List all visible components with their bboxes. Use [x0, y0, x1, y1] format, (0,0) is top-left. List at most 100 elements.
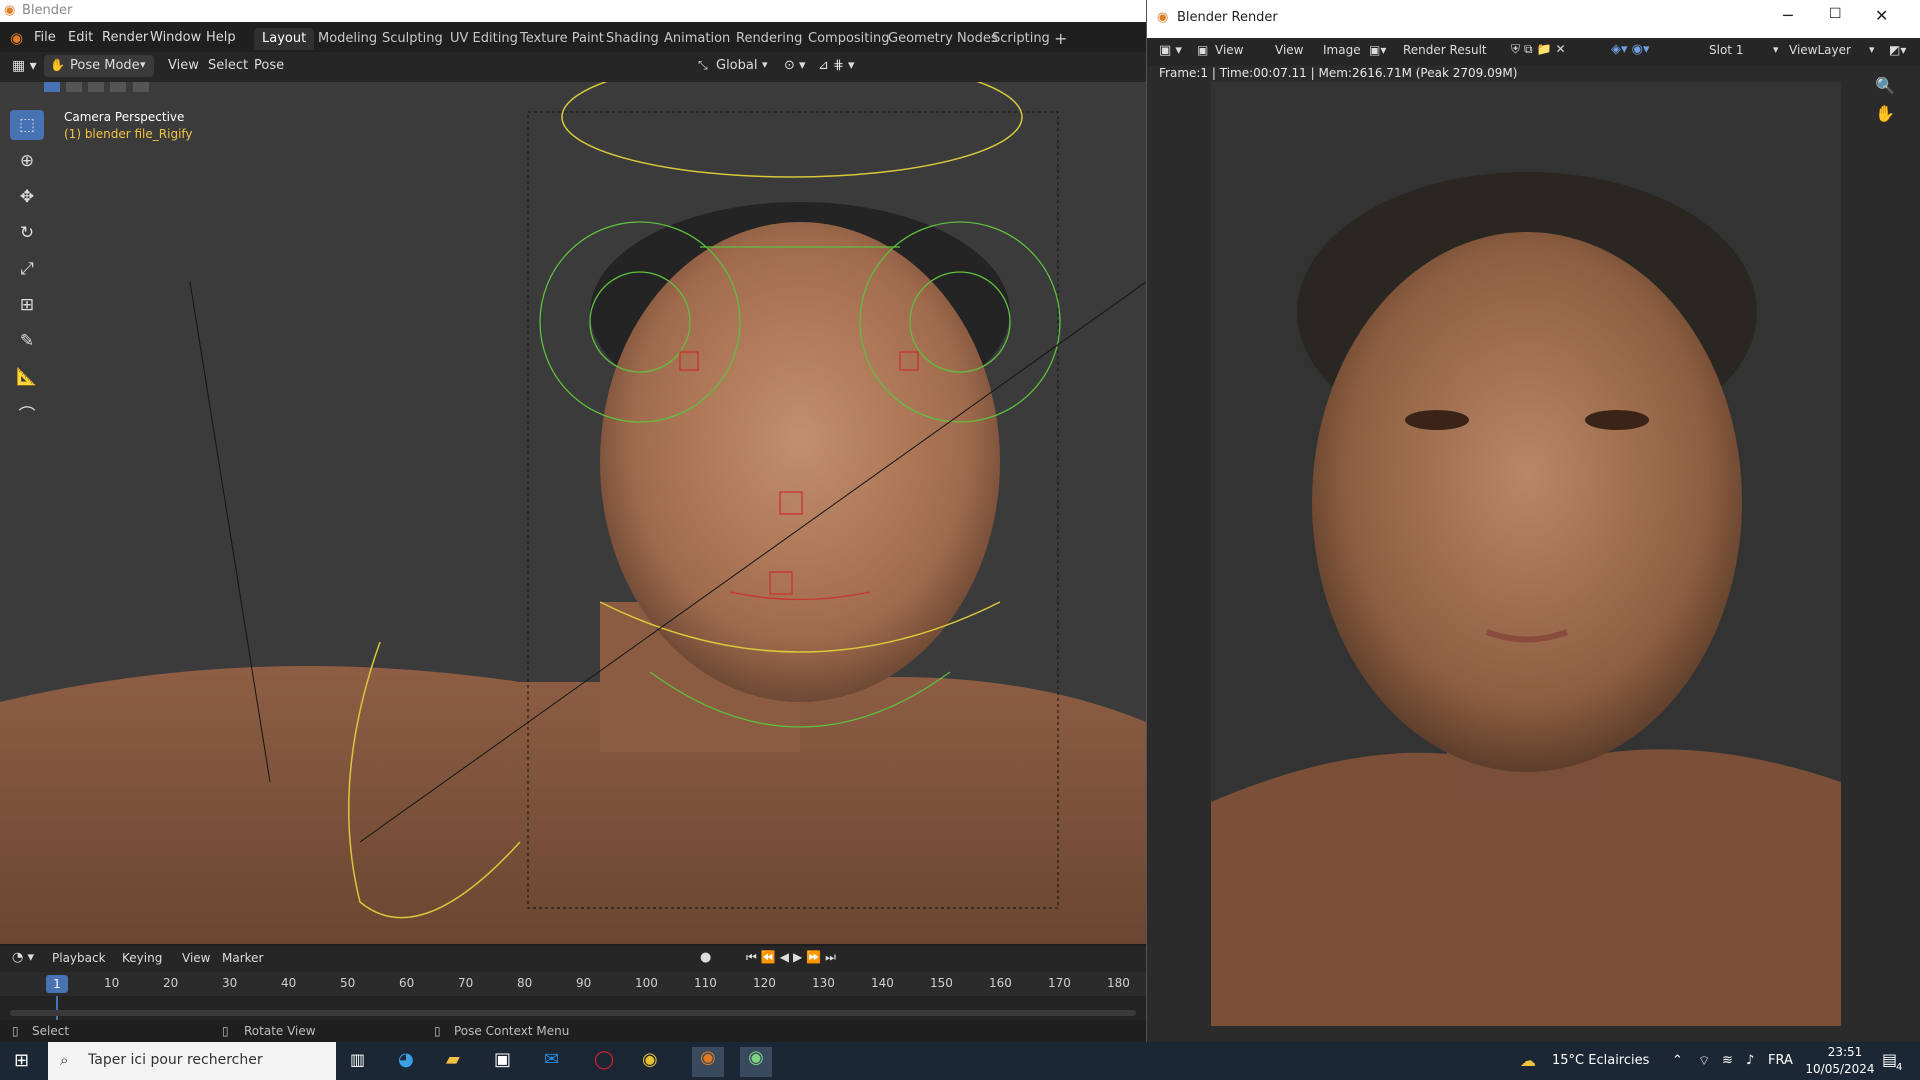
select-invert-icon[interactable]	[110, 82, 127, 92]
timeline-menu-keying[interactable]: Keying	[122, 951, 162, 965]
blender-menu-icon[interactable]: ◉	[10, 29, 23, 47]
chevron-down-icon: ▾	[140, 58, 146, 71]
annotate-icon[interactable]: ✎	[10, 326, 44, 356]
playback-controls-icon[interactable]: ⏮⏪◀▶⏩⏭	[746, 950, 840, 965]
orientation-icon: ⤡	[698, 58, 708, 72]
timeline-menu-playback[interactable]: Playback	[52, 951, 106, 965]
chevron-down-icon: ▾	[762, 58, 768, 71]
mail-icon[interactable]: ✉	[544, 1049, 559, 1070]
view-mode-icon[interactable]: ▣	[1197, 43, 1208, 57]
blender-logo-icon: ◉	[1157, 10, 1169, 25]
mouse-middle-icon: ▯	[222, 1024, 229, 1038]
pan-hand-icon[interactable]: ✋	[1875, 104, 1895, 123]
weather-icon[interactable]: ☁	[1520, 1051, 1536, 1070]
select-subtract-icon[interactable]	[88, 82, 105, 92]
add-workspace-icon[interactable]: +	[1046, 28, 1075, 50]
editor-type-icon[interactable]: ▣ ▾	[1159, 43, 1182, 58]
timeline-tick-label: 10	[104, 976, 120, 990]
menu-view[interactable]: View	[168, 58, 199, 73]
timeline-ruler[interactable]: 1 10 20 30 40 50 60 70 80 90 100 110 120 130 140 150 16…	[0, 972, 1146, 996]
menu-window[interactable]: Window	[150, 30, 201, 45]
maximize-icon[interactable]: ☐	[1829, 6, 1842, 22]
timeline-tick-label: 180	[1107, 976, 1130, 990]
timeline-menu-view[interactable]: View	[182, 951, 210, 965]
timeline-tick-label: 120	[753, 976, 776, 990]
tab-sculpting[interactable]: Sculpting	[374, 28, 451, 50]
transform-icon[interactable]: ⊞	[10, 290, 44, 320]
language-indicator[interactable]: FRA	[1768, 1053, 1793, 1068]
notification-icon[interactable]: ▤	[1882, 1050, 1897, 1069]
overlay-icon[interactable]: ◩▾	[1889, 43, 1906, 57]
menu-select[interactable]: Select	[208, 58, 248, 73]
tab-rendering[interactable]: Rendering	[728, 28, 810, 50]
selection-mode-buttons	[44, 82, 149, 96]
tab-animation[interactable]: Animation	[656, 28, 738, 50]
minimize-icon[interactable]: ─	[1783, 6, 1793, 25]
move-icon[interactable]: ✥	[10, 182, 44, 212]
view-layer-selector[interactable]: ViewLayer	[1789, 43, 1851, 57]
close-icon[interactable]: ✕	[1875, 6, 1888, 25]
display-channels-icon[interactable]: ◈▾ ◉▾	[1611, 42, 1650, 57]
opera-icon[interactable]: ◯	[594, 1049, 614, 1070]
timeline-tick-label: 100	[635, 976, 658, 990]
tab-texture-paint[interactable]: Texture Paint	[512, 28, 612, 50]
select-intersect-icon[interactable]	[132, 82, 149, 92]
timeline-menu-marker[interactable]: Marker	[222, 951, 263, 965]
store-icon[interactable]: ▣	[494, 1049, 511, 1070]
taskbar-search-box[interactable]: ⌕ Taper ici pour rechercher	[48, 1042, 336, 1080]
roll-icon[interactable]: ⌒	[10, 398, 44, 428]
task-view-icon[interactable]: ▥	[350, 1050, 365, 1069]
pivot-icon[interactable]: ⊙ ▾	[784, 58, 806, 73]
weather-text[interactable]: 15°C Eclaircies	[1552, 1053, 1649, 1068]
select-new-icon[interactable]	[44, 82, 60, 92]
timeline-scrollbar[interactable]	[10, 1010, 1136, 1016]
render-info-text: Frame:1 | Time:00:07.11 | Mem:2616.71M (…	[1159, 66, 1518, 80]
orientation-selector[interactable]: ⤡ Global ▾	[696, 55, 776, 77]
image-browse-icon[interactable]: ▣▾	[1369, 43, 1386, 57]
render-menu-image[interactable]: Image	[1323, 43, 1361, 57]
measure-icon[interactable]: 📐	[10, 362, 44, 392]
rotate-icon[interactable]: ↻	[10, 218, 44, 248]
clock-date[interactable]: 10/05/2024	[1800, 1062, 1880, 1076]
menu-help[interactable]: Help	[206, 30, 236, 45]
render-image-area[interactable]: 🔍 ✋	[1147, 76, 1920, 1042]
record-icon[interactable]: ●	[700, 950, 711, 965]
wifi-icon[interactable]: ≋	[1722, 1053, 1733, 1068]
cursor-icon[interactable]: ⊕	[10, 146, 44, 176]
image-name-field[interactable]: Render Result	[1403, 43, 1487, 57]
slot-selector[interactable]: Slot 1	[1709, 43, 1743, 57]
menu-edit[interactable]: Edit	[68, 30, 93, 45]
snap-icon[interactable]: ⊿ ⋕ ▾	[818, 58, 855, 73]
chevron-up-icon[interactable]: ⌃	[1672, 1053, 1683, 1068]
blender-render-taskbar-icon[interactable]: ◉	[740, 1047, 772, 1077]
menu-file[interactable]: File	[34, 30, 56, 45]
image-editor-header: ▣ ▾ ▣ View View Image ▣▾ Render Result ⛨…	[1147, 38, 1920, 66]
render-title-bar: ◉ Blender Render ─ ☐ ✕	[1147, 0, 1920, 38]
render-menu-view[interactable]: View	[1275, 43, 1303, 57]
select-box-icon[interactable]: ⬚	[10, 110, 44, 140]
timeline-tick-label: 130	[812, 976, 835, 990]
menu-render[interactable]: Render	[102, 30, 148, 45]
edge-icon[interactable]: ◕	[398, 1049, 414, 1070]
image-actions-icon[interactable]: ⛨⧉📁✕	[1511, 42, 1570, 57]
chrome-icon[interactable]: ◉	[642, 1049, 658, 1070]
network-icon[interactable]: ⌔	[1698, 1053, 1710, 1069]
scale-icon[interactable]: ⤢	[10, 254, 44, 284]
select-extend-icon[interactable]	[66, 82, 83, 92]
editor-type-icon[interactable]: ▦ ▾	[12, 58, 37, 74]
top-menu-bar: ◉ File Edit Render Window Help Layout Mo…	[0, 22, 1146, 55]
tab-layout[interactable]: Layout	[254, 28, 315, 50]
file-explorer-icon[interactable]: ▰	[446, 1049, 460, 1070]
mode-selector[interactable]: ✋ Pose Mode ▾	[44, 55, 154, 77]
volume-icon[interactable]: ♪	[1746, 1053, 1754, 1068]
menu-pose[interactable]: Pose	[254, 58, 284, 73]
render-view-select[interactable]: View	[1215, 43, 1243, 57]
current-frame-indicator[interactable]: 1	[46, 975, 68, 993]
chevron-down-icon: ▾	[1869, 43, 1875, 56]
zoom-icon[interactable]: 🔍	[1875, 76, 1895, 95]
clock-time[interactable]: 23:51	[1810, 1045, 1880, 1059]
blender-taskbar-icon[interactable]: ◉	[692, 1047, 724, 1077]
windows-start-icon[interactable]: ⊞	[14, 1050, 29, 1071]
timeline-editor-icon[interactable]: ◔ ▾	[12, 950, 34, 965]
3d-viewport[interactable]: Camera Perspective (1) blender file_Rigi…	[0, 82, 1146, 944]
